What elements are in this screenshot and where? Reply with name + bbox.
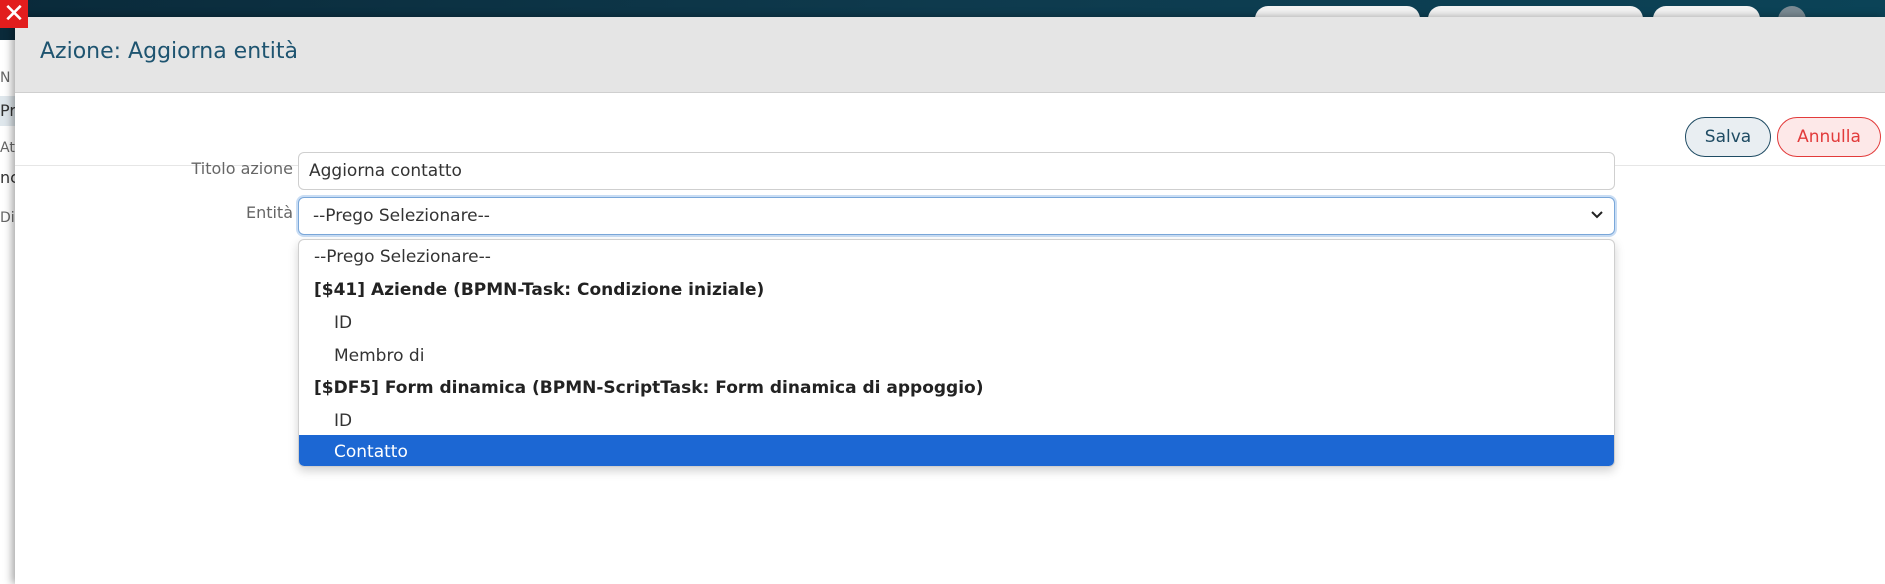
action-title-input[interactable]: Aggiorna contatto: [298, 152, 1615, 190]
background-text: nc: [0, 168, 16, 187]
close-icon[interactable]: ✕: [0, 0, 28, 28]
entity-select-value: --Prego Selezionare--: [313, 206, 490, 226]
entity-select[interactable]: --Prego Selezionare--: [298, 197, 1615, 235]
background-text: At: [0, 140, 15, 156]
entity-dropdown-list: --Prego Selezionare-- [$41] Aziende (BPM…: [298, 239, 1615, 467]
modal-title: Azione: Aggiorna entità: [40, 39, 299, 64]
dropdown-option[interactable]: ID: [299, 404, 1614, 438]
dropdown-group-header: [$DF5] Form dinamica (BPMN-ScriptTask: F…: [314, 378, 984, 398]
dropdown-group-header: [$41] Aziende (BPMN-Task: Condizione ini…: [314, 280, 765, 300]
modal-header: Azione: Aggiorna entità: [15, 17, 1885, 93]
background-text: Pr: [0, 96, 16, 126]
dropdown-option-placeholder[interactable]: --Prego Selezionare--: [299, 240, 1614, 274]
action-title-label: Titolo azione: [191, 159, 293, 178]
background-sidebar: N Pr At nc Di: [0, 40, 16, 584]
background-text: N: [0, 70, 11, 86]
dropdown-option[interactable]: ID: [299, 306, 1614, 340]
dropdown-option-selected[interactable]: Contatto: [299, 435, 1614, 466]
cancel-button[interactable]: Annulla: [1777, 117, 1881, 157]
chevron-down-icon[interactable]: [1590, 207, 1604, 226]
entity-label: Entità: [245, 203, 293, 222]
save-button[interactable]: Salva: [1685, 117, 1771, 157]
action-modal: Azione: Aggiorna entità Salva Annulla Ti…: [15, 17, 1885, 584]
background-text: Di: [0, 210, 15, 226]
dropdown-option[interactable]: Membro di: [299, 339, 1614, 373]
